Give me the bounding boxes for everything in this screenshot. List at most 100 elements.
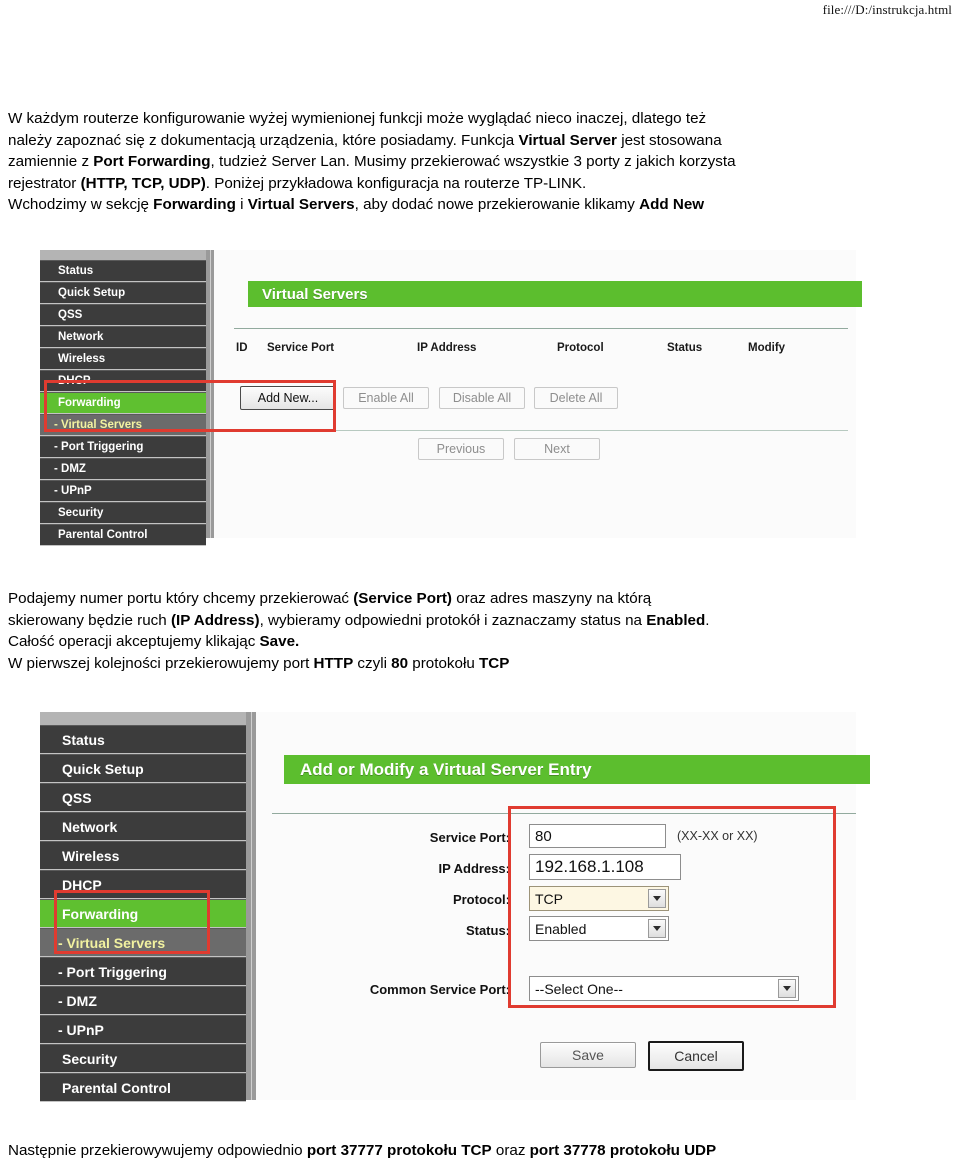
middle-line-3-bold-save: Save.: [259, 633, 300, 650]
intro-line-4-text-c: . Poniżej przykładowa konfiguracja na ro…: [205, 174, 587, 192]
sidebar-item-quick-setup[interactable]: Quick Setup: [40, 282, 206, 304]
shot1-enable-all-button[interactable]: Enable All: [343, 387, 429, 409]
middle-line-4: W pierwszej kolejności przekierowujemy p…: [8, 653, 868, 675]
sidebar-item-label: Quick Setup: [62, 760, 144, 777]
sidebar-item-qss[interactable]: QSS: [40, 304, 206, 326]
intro-line-3-text-c: , tudzież Server Lan. Musimy przekierowa…: [210, 153, 736, 170]
sidebar-item-label: Security: [58, 507, 104, 519]
shot2-status-label: Status:: [465, 923, 510, 938]
sidebar-item-label: Parental Control: [62, 1079, 171, 1096]
bottom-text-a: Następnie przekierowywujemy odpowiednio: [8, 1142, 307, 1159]
sidebar-item-label: Network: [62, 818, 118, 835]
shot1-sidebar-top-gap: [40, 250, 206, 260]
shot2-save-button[interactable]: Save: [540, 1042, 636, 1068]
intro-line-3-bold: Port Forwarding: [93, 153, 211, 170]
middle-line-2-bold-ip: (IP Address): [170, 611, 260, 629]
sidebar-item-label: Network: [58, 331, 104, 343]
shot2-cancel-button[interactable]: Cancel: [648, 1041, 744, 1071]
shot2-ip-address-label: IP Address:: [438, 861, 510, 876]
sidebar-item-security[interactable]: Security: [40, 502, 206, 524]
shot2-sidebar-top-gap: [40, 712, 246, 725]
intro-line-5-text-e: , aby dodać nowe przekierowanie klikamy: [354, 196, 640, 213]
shot1-col-modify: Modify: [748, 342, 786, 354]
sidebar-item-label: - UPnP: [54, 485, 92, 497]
source-url-label: file:///D:/instrukcja.html: [822, 2, 952, 17]
intro-line-4-text-a: rejestrator: [8, 174, 81, 192]
bottom-line-1: Następnie przekierowywujemy odpowiednio …: [8, 1140, 948, 1162]
sidebar-item-label: - DMZ: [54, 463, 86, 475]
sidebar-item-wireless[interactable]: Wireless: [40, 841, 246, 870]
middle-line-4-bold-80: 80: [391, 654, 409, 672]
sidebar-item-label: Parental Control: [58, 529, 148, 541]
sidebar-item-wireless[interactable]: Wireless: [40, 348, 206, 370]
shot1-disable-all-button[interactable]: Disable All: [439, 387, 525, 409]
middle-line-3-text-a: Całość operacji akceptujemy klikając: [8, 633, 260, 650]
sidebar-item-parental-control[interactable]: Parental Control: [40, 1073, 246, 1102]
middle-line-3: Całość operacji akceptujemy klikając Sav…: [8, 631, 868, 653]
bottom-bold-udp: port 37778 protokołu UDP: [529, 1142, 717, 1159]
middle-line-1-bold: (Service Port): [353, 590, 452, 607]
intro-paragraph: W każdym routerze konfigurowanie wyżej w…: [8, 108, 888, 216]
document-page: file:///D:/instrukcja.html W każdym rout…: [0, 0, 960, 1165]
sidebar-item-port-triggering[interactable]: - Port Triggering: [40, 436, 206, 458]
sidebar-item-label: Quick Setup: [58, 287, 126, 299]
intro-line-5-text-a: Wchodzimy w sekcję: [8, 196, 154, 213]
sidebar-item-network[interactable]: Network: [40, 326, 206, 348]
intro-line-2-bold: Virtual Server: [518, 131, 617, 149]
middle-line-2: skierowany będzie ruch (IP Address), wyb…: [8, 610, 860, 632]
sidebar-item-upnp[interactable]: - UPnP: [40, 1015, 246, 1044]
sidebar-item-label: - DMZ: [58, 992, 97, 1009]
intro-line-5-bold-add-new: Add New: [639, 196, 705, 213]
intro-line-2: należy zapoznać się z dokumentacją urząd…: [8, 130, 888, 152]
shot2-common-service-port-label: Common Service Port:: [369, 982, 510, 997]
sidebar-item-status[interactable]: Status: [40, 260, 206, 282]
bottom-text-c: oraz: [491, 1142, 530, 1159]
annotation-box-shot2-forwarding: [54, 890, 210, 954]
shot1-col-status: Status: [667, 342, 703, 354]
middle-line-1-text-a: Podajemy numer portu który chcemy przeki…: [8, 590, 354, 607]
intro-line-5-bold-virtual-servers: Virtual Servers: [247, 196, 355, 213]
sidebar-item-network[interactable]: Network: [40, 812, 246, 841]
sidebar-item-security[interactable]: Security: [40, 1044, 246, 1073]
middle-line-2-text-e: .: [705, 611, 710, 629]
sidebar-item-port-triggering[interactable]: - Port Triggering: [40, 957, 246, 986]
shot2-service-port-label: Service Port:: [429, 830, 510, 845]
middle-line-1-text-c: oraz adres maszyny na którą: [452, 590, 652, 607]
sidebar-item-label: QSS: [58, 309, 83, 321]
intro-line-5-text-c: i: [235, 196, 248, 213]
sidebar-item-label: - UPnP: [58, 1021, 104, 1038]
shot1-col-protocol: Protocol: [557, 342, 604, 354]
sidebar-item-status[interactable]: Status: [40, 725, 246, 754]
sidebar-item-label: Security: [62, 1050, 118, 1067]
sidebar-item-parental-control[interactable]: Parental Control: [40, 524, 206, 546]
annotation-box-shot2-form-fields: [508, 806, 836, 1008]
middle-line-4-text-e: protokołu: [408, 654, 479, 672]
middle-line-4-text-c: czyli: [353, 654, 392, 672]
intro-line-4: rejestrator (HTTP, TCP, UDP). Poniżej pr…: [8, 173, 888, 195]
intro-line-3: zamiennie z Port Forwarding, tudzież Ser…: [8, 151, 888, 173]
sidebar-item-upnp[interactable]: - UPnP: [40, 480, 206, 502]
shot2-sidebar-divider: [246, 712, 256, 1100]
sidebar-item-dmz[interactable]: - DMZ: [40, 986, 246, 1015]
shot2-panel-title: Add or Modify a Virtual Server Entry: [284, 755, 870, 784]
intro-line-2-text-c: jest stosowana: [616, 131, 722, 149]
shot1-previous-button[interactable]: Previous: [418, 438, 504, 460]
shot1-next-button[interactable]: Next: [514, 438, 600, 460]
intro-line-1: W każdym routerze konfigurowanie wyżej w…: [8, 108, 888, 130]
middle-line-1: Podajemy numer portu który chcemy przeki…: [8, 588, 860, 610]
sidebar-item-label: - Port Triggering: [58, 963, 167, 980]
shot1-col-id: ID: [236, 342, 248, 354]
shot1-delete-all-button[interactable]: Delete All: [534, 387, 618, 409]
sidebar-item-label: Status: [62, 731, 105, 748]
intro-line-4-bold: (HTTP, TCP, UDP): [80, 174, 206, 192]
middle-line-4-bold-http: HTTP: [313, 654, 354, 672]
sidebar-item-label: - Port Triggering: [54, 441, 144, 453]
sidebar-item-qss[interactable]: QSS: [40, 783, 246, 812]
sidebar-item-label: QSS: [62, 789, 92, 806]
middle-line-2-bold-enabled: Enabled: [646, 611, 706, 629]
middle-line-2-text-c: , wybieramy odpowiedni protokół i zaznac…: [259, 611, 647, 629]
sidebar-item-quick-setup[interactable]: Quick Setup: [40, 754, 246, 783]
annotation-box-shot1-forwarding: [44, 380, 336, 432]
middle-line-4-bold-tcp: TCP: [479, 654, 510, 672]
sidebar-item-dmz[interactable]: - DMZ: [40, 458, 206, 480]
